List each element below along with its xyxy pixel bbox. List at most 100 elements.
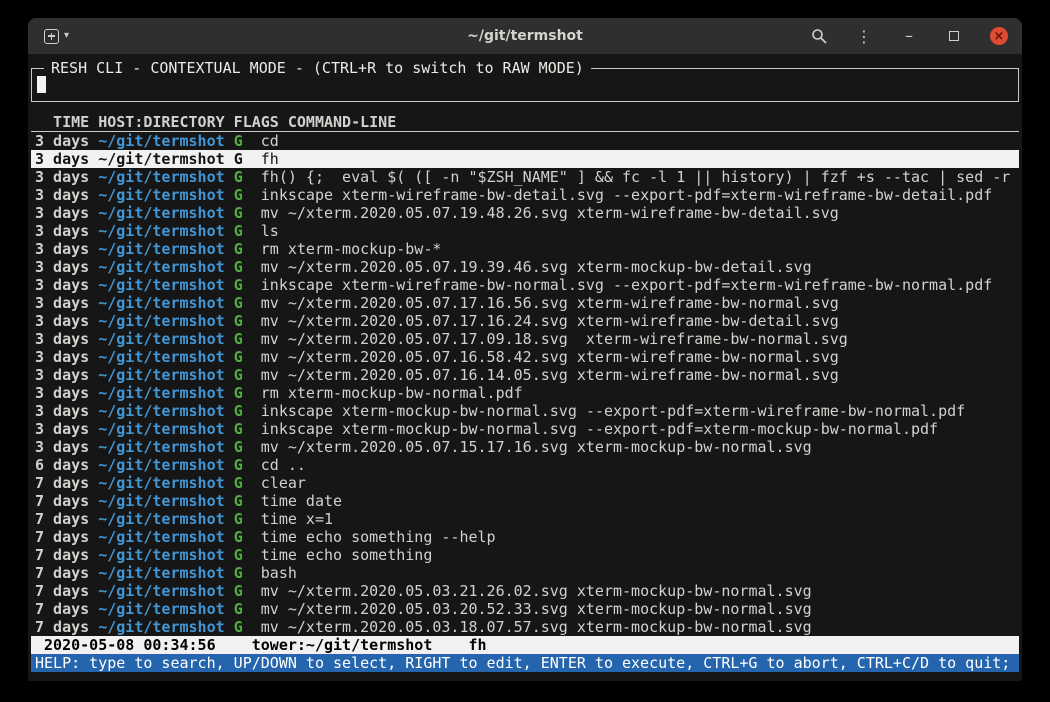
close-icon: × bbox=[994, 29, 1005, 44]
history-command: rm xterm-mockup-bw-* bbox=[261, 240, 442, 258]
history-time: 7 days bbox=[35, 546, 89, 564]
history-flags: G bbox=[234, 564, 243, 582]
search-box-label: RESH CLI - CONTEXTUAL MODE - (CTRL+R to … bbox=[44, 59, 591, 77]
history-flags: G bbox=[234, 546, 243, 564]
history-row[interactable]: 3 days ~/git/termshot G cd bbox=[31, 132, 1019, 150]
minimize-button[interactable]: – bbox=[900, 27, 918, 45]
history-time: 6 days bbox=[35, 456, 89, 474]
history-row[interactable]: 7 days ~/git/termshot G time x=1 bbox=[31, 510, 1019, 528]
history-host-directory: ~/git/termshot bbox=[98, 402, 224, 420]
status-line: 2020-05-08 00:34:56 tower:~/git/termshot… bbox=[31, 636, 1019, 654]
history-flags: G bbox=[234, 474, 243, 492]
history-time: 3 days bbox=[35, 150, 89, 168]
history-host-directory: ~/git/termshot bbox=[98, 330, 224, 348]
history-command: inkscape xterm-wireframe-bw-detail.svg -… bbox=[261, 186, 993, 204]
history-row[interactable]: 7 days ~/git/termshot G clear bbox=[31, 474, 1019, 492]
restore-button[interactable] bbox=[945, 27, 963, 45]
history-time: 3 days bbox=[35, 258, 89, 276]
history-row[interactable]: 3 days ~/git/termshot G inkscape xterm-w… bbox=[31, 186, 1019, 204]
new-tab-icon bbox=[44, 29, 59, 44]
history-time: 3 days bbox=[35, 366, 89, 384]
history-row[interactable]: 7 days ~/git/termshot G bash bbox=[31, 564, 1019, 582]
history-row[interactable]: 7 days ~/git/termshot G time echo someth… bbox=[31, 546, 1019, 564]
history-flags: G bbox=[234, 168, 243, 186]
history-host-directory: ~/git/termshot bbox=[98, 258, 224, 276]
history-row[interactable]: 3 days ~/git/termshot G inkscape xterm-m… bbox=[31, 402, 1019, 420]
history-flags: G bbox=[234, 294, 243, 312]
history-command: inkscape xterm-mockup-bw-normal.svg --ex… bbox=[261, 402, 965, 420]
history-row[interactable]: 7 days ~/git/termshot G time date bbox=[31, 492, 1019, 510]
history-row[interactable]: 3 days ~/git/termshot G mv ~/xterm.2020.… bbox=[31, 204, 1019, 222]
resh-search-box[interactable]: RESH CLI - CONTEXTUAL MODE - (CTRL+R to … bbox=[31, 68, 1019, 102]
restore-icon bbox=[949, 31, 959, 41]
window-title: ~/git/termshot bbox=[228, 18, 822, 54]
history-row[interactable]: 3 days ~/git/termshot G mv ~/xterm.2020.… bbox=[31, 366, 1019, 384]
history-flags: G bbox=[234, 150, 243, 168]
history-row[interactable]: 3 days ~/git/termshot G fh() {; eval $( … bbox=[31, 168, 1019, 186]
new-tab-button[interactable]: ▾ bbox=[40, 27, 73, 46]
history-time: 3 days bbox=[35, 330, 89, 348]
history-flags: G bbox=[234, 456, 243, 474]
history-row[interactable]: 3 days ~/git/termshot G mv ~/xterm.2020.… bbox=[31, 330, 1019, 348]
history-command: mv ~/xterm.2020.05.07.15.17.16.svg xterm… bbox=[261, 438, 812, 456]
history-row[interactable]: 3 days ~/git/termshot G mv ~/xterm.2020.… bbox=[31, 294, 1019, 312]
history-time: 7 days bbox=[35, 618, 89, 636]
kebab-menu-icon[interactable]: ⋮ bbox=[855, 27, 873, 45]
help-bar: HELP: type to search, UP/DOWN to select,… bbox=[31, 654, 1019, 672]
history-list: 3 days ~/git/termshot G cd3 days ~/git/t… bbox=[31, 132, 1019, 636]
history-row[interactable]: 3 days ~/git/termshot G ls bbox=[31, 222, 1019, 240]
history-command: time x=1 bbox=[261, 510, 333, 528]
history-host-directory: ~/git/termshot bbox=[98, 222, 224, 240]
history-command: mv ~/xterm.2020.05.07.19.48.26.svg xterm… bbox=[261, 204, 839, 222]
history-flags: G bbox=[234, 240, 243, 258]
history-row[interactable]: 7 days ~/git/termshot G mv ~/xterm.2020.… bbox=[31, 618, 1019, 636]
history-time: 3 days bbox=[35, 204, 89, 222]
history-row[interactable]: 7 days ~/git/termshot G mv ~/xterm.2020.… bbox=[31, 600, 1019, 618]
history-row[interactable]: 3 days ~/git/termshot G mv ~/xterm.2020.… bbox=[31, 312, 1019, 330]
terminal-content[interactable]: RESH CLI - CONTEXTUAL MODE - (CTRL+R to … bbox=[28, 54, 1022, 681]
history-row[interactable]: 3 days ~/git/termshot G rm xterm-mockup-… bbox=[31, 240, 1019, 258]
history-command: fh bbox=[261, 150, 279, 168]
history-host-directory: ~/git/termshot bbox=[98, 618, 224, 636]
history-flags: G bbox=[234, 402, 243, 420]
history-time: 7 days bbox=[35, 492, 89, 510]
history-flags: G bbox=[234, 618, 243, 636]
history-time: 3 days bbox=[35, 438, 89, 456]
history-row[interactable]: 7 days ~/git/termshot G mv ~/xterm.2020.… bbox=[31, 582, 1019, 600]
history-flags: G bbox=[234, 186, 243, 204]
search-icon[interactable] bbox=[810, 27, 828, 45]
history-row[interactable]: 3 days ~/git/termshot G inkscape xterm-m… bbox=[31, 420, 1019, 438]
history-time: 3 days bbox=[35, 240, 89, 258]
history-command: rm xterm-mockup-bw-normal.pdf bbox=[261, 384, 523, 402]
history-time: 3 days bbox=[35, 312, 89, 330]
history-row[interactable]: 3 days ~/git/termshot G inkscape xterm-w… bbox=[31, 276, 1019, 294]
history-row[interactable]: 6 days ~/git/termshot G cd .. bbox=[31, 456, 1019, 474]
history-flags: G bbox=[234, 492, 243, 510]
titlebar[interactable]: ▾ ~/git/termshot ⋮ – × bbox=[28, 18, 1022, 54]
history-time: 7 days bbox=[35, 564, 89, 582]
history-host-directory: ~/git/termshot bbox=[98, 204, 224, 222]
history-command: mv ~/xterm.2020.05.07.17.09.18.svg xterm… bbox=[261, 330, 848, 348]
history-command: mv ~/xterm.2020.05.07.16.58.42.svg xterm… bbox=[261, 348, 839, 366]
history-row[interactable]: 3 days ~/git/termshot G mv ~/xterm.2020.… bbox=[31, 258, 1019, 276]
history-row[interactable]: 3 days ~/git/termshot G rm xterm-mockup-… bbox=[31, 384, 1019, 402]
history-row[interactable]: 7 days ~/git/termshot G time echo someth… bbox=[31, 528, 1019, 546]
terminal-window: ▾ ~/git/termshot ⋮ – × RESH CLI - CONTEX… bbox=[28, 18, 1022, 681]
history-host-directory: ~/git/termshot bbox=[98, 240, 224, 258]
history-command: fh() {; eval $( ([ -n "$ZSH_NAME" ] && f… bbox=[261, 168, 1011, 186]
history-host-directory: ~/git/termshot bbox=[98, 546, 224, 564]
history-flags: G bbox=[234, 258, 243, 276]
close-button[interactable]: × bbox=[990, 27, 1008, 45]
history-row[interactable]: 3 days ~/git/termshot G mv ~/xterm.2020.… bbox=[31, 348, 1019, 366]
history-command: bash bbox=[261, 564, 297, 582]
chevron-down-icon: ▾ bbox=[64, 31, 69, 41]
history-header: TIME HOST:DIRECTORY FLAGS COMMAND-LINE bbox=[31, 113, 1019, 132]
history-command: cd bbox=[261, 132, 279, 150]
history-flags: G bbox=[234, 582, 243, 600]
history-row[interactable]: 3 days ~/git/termshot G fh bbox=[31, 150, 1019, 168]
history-host-directory: ~/git/termshot bbox=[98, 510, 224, 528]
history-host-directory: ~/git/termshot bbox=[98, 132, 224, 150]
history-host-directory: ~/git/termshot bbox=[98, 294, 224, 312]
history-row[interactable]: 3 days ~/git/termshot G mv ~/xterm.2020.… bbox=[31, 438, 1019, 456]
history-time: 3 days bbox=[35, 348, 89, 366]
